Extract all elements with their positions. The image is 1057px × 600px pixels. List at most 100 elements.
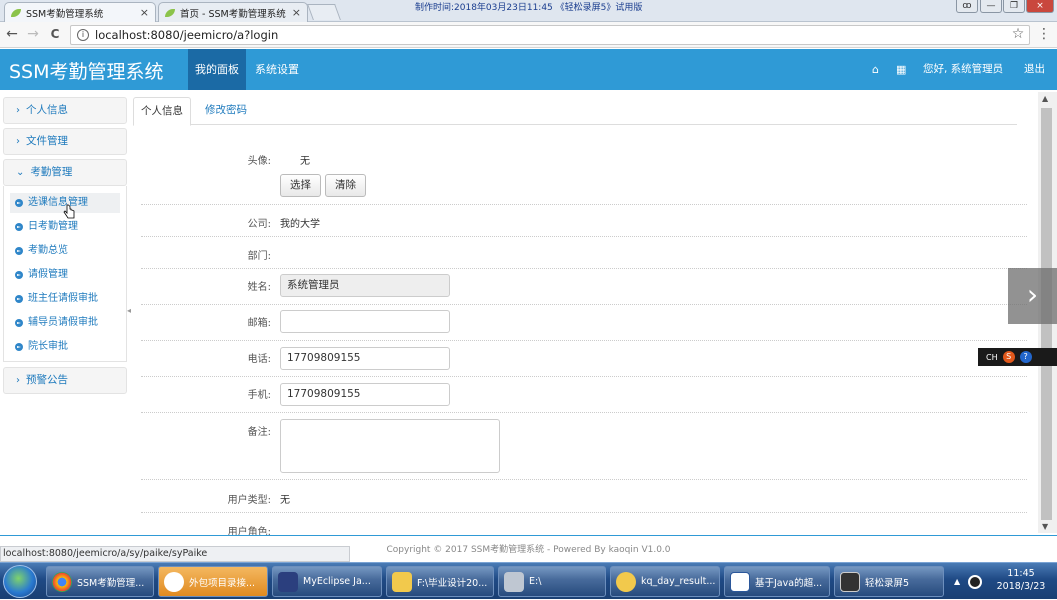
recorder-icon xyxy=(840,571,860,592)
taskbar-clock[interactable]: 11:45 2018/3/23 xyxy=(990,567,1052,593)
browser-tab-ssm[interactable]: SSM考勤管理系统 × xyxy=(4,2,156,22)
qq-icon[interactable] xyxy=(968,574,983,589)
address-toolbar: ← → C i localhost:8080/jeemicro/a?login … xyxy=(0,22,1057,48)
app-title[interactable]: SSM考勤管理系统 xyxy=(9,57,164,84)
restore-button[interactable]: ❐ xyxy=(1003,0,1025,13)
sidebar-item-course-info[interactable]: 选课信息管理 xyxy=(15,195,88,211)
form-row-remarks: 备注: xyxy=(141,413,1027,480)
taskbar-item-label: E:\ xyxy=(529,576,542,587)
sidebar-group-warning[interactable]: › 预警公告 xyxy=(3,367,127,394)
remarks-textarea[interactable] xyxy=(280,419,500,473)
sidebar-group-label: 文件管理 xyxy=(26,135,68,147)
start-button[interactable] xyxy=(3,565,37,598)
sidebar-item-headteacher-approval[interactable]: 班主任请假审批 xyxy=(15,291,98,307)
grid-icon[interactable]: ▦ xyxy=(896,49,906,90)
mobile-label: 手机: xyxy=(247,390,271,401)
next-slide-button[interactable]: › xyxy=(1008,268,1057,324)
new-tab-button[interactable] xyxy=(307,4,341,20)
nav-dashboard[interactable]: 我的面板 xyxy=(188,49,246,90)
sidebar-group-files[interactable]: › 文件管理 xyxy=(3,128,127,155)
clock-time: 11:45 xyxy=(1007,568,1035,579)
close-window-button[interactable]: × xyxy=(1026,0,1054,13)
sidebar-group-personal[interactable]: › 个人信息 xyxy=(3,97,127,124)
company-label: 公司: xyxy=(247,219,271,230)
sidebar-group-attendance[interactable]: ⌄ 考勤管理 xyxy=(3,159,127,186)
circle-arrow-icon xyxy=(15,319,23,327)
clear-avatar-button[interactable]: 清除 xyxy=(325,174,366,197)
form-row-phone: 电话: 17709809155 xyxy=(141,341,1027,377)
select-avatar-button[interactable]: 选择 xyxy=(280,174,321,197)
back-icon[interactable]: ← xyxy=(4,26,20,42)
avatar-label: 头像: xyxy=(247,156,271,167)
myeclipse-icon xyxy=(278,571,298,592)
sidebar-item-dean-approval[interactable]: 院长审批 xyxy=(15,339,68,355)
drive-icon xyxy=(504,571,524,592)
sidebar-item-label: 辅导员请假审批 xyxy=(28,317,98,328)
company-value: 我的大学 xyxy=(280,219,320,230)
taskbar-item-recorder[interactable]: 轻松录屏5 xyxy=(834,566,944,597)
scroll-down-icon[interactable]: ▼ xyxy=(1042,522,1048,531)
taskbar-item-label: MyEclipse Ja... xyxy=(303,576,371,587)
sidebar-item-label: 院长审批 xyxy=(28,341,68,352)
taskbar-item-chrome[interactable]: SSM考勤管理... xyxy=(46,566,154,597)
close-tab-icon[interactable]: × xyxy=(292,6,301,19)
leaf-favicon-icon xyxy=(11,8,21,17)
taskbar-item-word-doc[interactable]: 基于Java的超... xyxy=(724,566,830,597)
taskbar-item-myeclipse[interactable]: MyEclipse Ja... xyxy=(272,566,382,597)
star-icon[interactable]: ☆ xyxy=(1010,26,1026,42)
usertype-value: 无 xyxy=(280,495,290,506)
menu-icon[interactable]: ⋮ xyxy=(1036,26,1052,42)
logout-link[interactable]: 退出 xyxy=(1024,49,1045,90)
form-row-email: 邮箱: xyxy=(141,305,1027,341)
taskbar-item-folder-f[interactable]: F:\毕业设计20... xyxy=(386,566,494,597)
tab-personal-info[interactable]: 个人信息 xyxy=(133,97,191,126)
circle-arrow-icon xyxy=(15,343,23,351)
sidebar-group-label: 预警公告 xyxy=(26,374,68,386)
sidebar-item-counselor-approval[interactable]: 辅导员请假审批 xyxy=(15,315,98,331)
info-icon[interactable]: i xyxy=(77,29,89,41)
url-input[interactable]: i localhost:8080/jeemicro/a?login xyxy=(70,25,1030,45)
word-icon xyxy=(730,571,750,592)
sidebar-item-daily-attendance[interactable]: 日考勤管理 xyxy=(15,219,78,235)
form-row-company: 公司: 我的大学 xyxy=(141,205,1027,237)
mobile-input[interactable]: 17709809155 xyxy=(280,383,450,406)
form-row-mobile: 手机: 17709809155 xyxy=(141,377,1027,413)
scroll-up-icon[interactable]: ▲ xyxy=(1042,94,1048,103)
circle-arrow-icon xyxy=(15,247,23,255)
help-icon[interactable]: ? xyxy=(1019,351,1032,363)
email-input[interactable] xyxy=(280,310,450,333)
sidebar-group-label: 个人信息 xyxy=(26,104,68,116)
minimize-button[interactable]: — xyxy=(980,0,1002,13)
close-tab-icon[interactable]: × xyxy=(140,6,149,19)
sidebar-item-label: 班主任请假审批 xyxy=(28,293,98,304)
sidebar-item-leave[interactable]: 请假管理 xyxy=(15,267,68,283)
sidebar-item-label: 选课信息管理 xyxy=(28,197,88,208)
browser-tab-title: 首页 - SSM考勤管理系统 xyxy=(180,8,286,20)
folder-icon xyxy=(616,571,636,592)
ime-toolbar[interactable]: CH S ? xyxy=(978,348,1057,366)
name-input[interactable]: 系统管理员 xyxy=(280,274,450,297)
home-icon[interactable]: ⌂ xyxy=(872,49,879,90)
system-tray: ▲ 11:45 2018/3/23 xyxy=(948,563,1057,600)
sogou-icon[interactable]: S xyxy=(1002,351,1015,363)
browser-tab-home[interactable]: 首页 - SSM考勤管理系统 × xyxy=(158,2,308,22)
taskbar-item-outsourcing[interactable]: 外包项目录接... xyxy=(158,566,268,597)
reload-icon[interactable]: C xyxy=(47,26,63,42)
ime-lang[interactable]: CH xyxy=(986,353,998,362)
name-label: 姓名: xyxy=(247,282,271,293)
taskbar-item-drive-e[interactable]: E:\ xyxy=(498,566,606,597)
tray-expand-icon[interactable]: ▲ xyxy=(954,577,960,586)
form-row-avatar: 头像: 无 选择 清除 xyxy=(141,125,1027,205)
user-icon[interactable]: ꝏ xyxy=(956,0,978,13)
form-row-usertype: 用户类型: 无 xyxy=(141,480,1027,513)
browser-tab-title: SSM考勤管理系统 xyxy=(26,8,104,20)
user-greeting[interactable]: 您好, 系统管理员 xyxy=(923,49,1003,90)
tab-change-password[interactable]: 修改密码 xyxy=(205,97,247,125)
taskbar-item-kq-result[interactable]: kq_day_result... xyxy=(610,566,720,597)
nav-system-settings[interactable]: 系统设置 xyxy=(255,49,299,90)
sidebar-item-attendance-overview[interactable]: 考勤总览 xyxy=(15,243,68,259)
remarks-label: 备注: xyxy=(247,427,271,438)
phone-input[interactable]: 17709809155 xyxy=(280,347,450,370)
forward-icon[interactable]: → xyxy=(25,26,41,42)
usertype-label: 用户类型: xyxy=(227,495,271,506)
